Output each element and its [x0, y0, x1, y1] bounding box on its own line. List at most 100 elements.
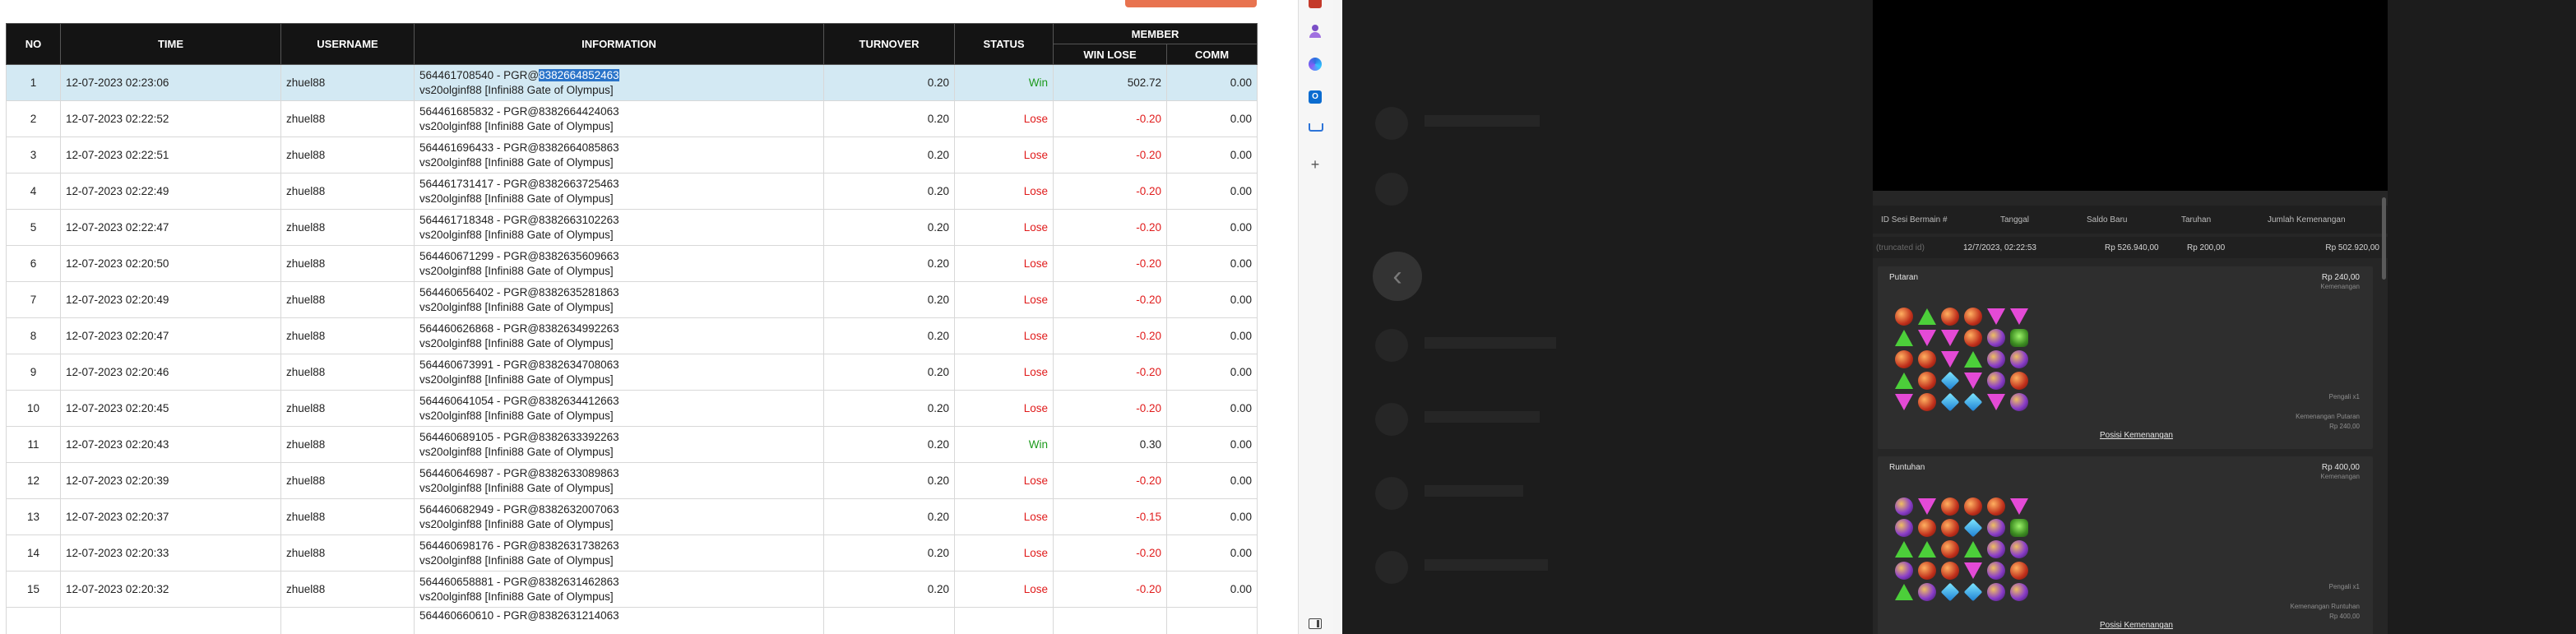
cell-information[interactable]: 564461685832 - PGR@8382664424063 vs20olgi…	[414, 100, 824, 137]
card-multiplier: Pengali x1	[2328, 393, 2360, 400]
info-selected-text[interactable]: 8382664852463	[539, 68, 619, 81]
cell-status: Lose	[954, 498, 1054, 535]
symbol-cell	[1893, 306, 1916, 327]
cell-information[interactable]: 564461718348 - PGR@8382663102263 vs20olgi…	[414, 209, 824, 246]
table-row[interactable]: 8 12-07-2023 02:20:47 zhuel88 564460626868 …	[6, 317, 1258, 354]
history-column-header: Saldo Baru	[2087, 215, 2128, 224]
cell-status: Lose	[954, 571, 1054, 608]
pink-gem-icon	[1918, 498, 1936, 515]
history-detail-panel: ID Sesi Bermain # Tanggal Saldo Baru Taruha…	[1873, 0, 2388, 634]
copilot-icon[interactable]	[1309, 58, 1322, 71]
pink-gem-icon	[1964, 562, 1982, 579]
symbol-cell	[1985, 306, 2008, 327]
cell-information[interactable]: 564460641054 - PGR@8382634412663 vs20olgi…	[414, 390, 824, 427]
card-win-value: Rp 400,00	[2329, 613, 2360, 620]
cell-win-lose: -0.20	[1053, 137, 1167, 174]
info-line1: 564461696433 - PGR@8382664085863	[419, 141, 619, 154]
cell-no: 5	[6, 209, 61, 246]
cell-information[interactable]: 564461731417 - PGR@8382663725463 vs20olgi…	[414, 173, 824, 210]
cell-win-lose: 502.72	[1053, 64, 1167, 101]
table-row[interactable]: 12 12-07-2023 02:20:39 zhuel88 564460646987…	[6, 462, 1258, 499]
cell-information: 564460660610 - PGR@8382631214063	[414, 607, 824, 634]
red-gem-icon	[2010, 372, 2028, 390]
blue-gem-icon	[1963, 518, 1983, 538]
info-line1: 564460689105 - PGR@8382633392263	[419, 430, 619, 443]
sidebar-toggle-icon[interactable]	[1309, 618, 1322, 629]
cell-win-lose: -0.20	[1053, 245, 1167, 282]
cell-time: 12-07-2023 02:22:47	[60, 209, 281, 246]
cell-comm: 0.00	[1166, 462, 1258, 499]
cell-information[interactable]: 564460671299 - PGR@8382635609663 vs20olgi…	[414, 245, 824, 282]
green-gem-icon	[1895, 373, 1913, 389]
cell-win-lose: -0.20	[1053, 354, 1167, 391]
header-no: NO	[6, 23, 61, 65]
ghost-bar	[1425, 411, 1540, 423]
purple-gem-icon	[2010, 393, 2028, 411]
cell-username: zhuel88	[280, 354, 415, 391]
cell-information[interactable]: 564460658881 - PGR@8382631462863 vs20olgi…	[414, 571, 824, 608]
blue-gem-icon	[1940, 392, 1960, 412]
symbol-cell	[1893, 517, 1916, 539]
cell-turnover: 0.20	[823, 390, 955, 427]
cell-information[interactable]: 564460673991 - PGR@8382634708063 vs20olgi…	[414, 354, 824, 391]
purple-gem-icon	[1987, 329, 2005, 347]
table-row[interactable]: 2 12-07-2023 02:22:52 zhuel88 564461685832 …	[6, 100, 1258, 137]
history-cell: Rp 502.920,00	[2325, 243, 2379, 252]
cell-win-lose: -0.20	[1053, 281, 1167, 318]
outlook-icon[interactable]: O	[1309, 90, 1322, 104]
table-row[interactable]: 4 12-07-2023 02:22:49 zhuel88 564461731417 …	[6, 173, 1258, 210]
symbol-cell	[1939, 496, 1962, 517]
pink-gem-icon	[1918, 330, 1936, 346]
history-column-header: Tanggal	[2000, 215, 2030, 224]
winning-positions-link[interactable]: Posisi Kemenangan	[2100, 621, 2173, 630]
app-icon-red[interactable]	[1309, 0, 1322, 8]
cell-turnover: 0.20	[823, 462, 955, 499]
action-button-edge[interactable]	[1125, 0, 1257, 7]
shopping-cart-icon[interactable]	[1309, 123, 1323, 135]
cell-information[interactable]: 564460626868 - PGR@8382634992263 vs20olgi…	[414, 317, 824, 354]
cell-information[interactable]: 564460646987 - PGR@8382633089863 vs20olgi…	[414, 462, 824, 499]
winning-positions-link[interactable]: Posisi Kemenangan	[2100, 431, 2173, 440]
cell-information[interactable]: 564460698176 - PGR@8382631738263 vs20olgi…	[414, 535, 824, 572]
table-row[interactable]: 1 12-07-2023 02:23:06 zhuel88 564461708540 …	[6, 64, 1258, 101]
cell-status: Lose	[954, 354, 1054, 391]
red-gem-icon	[1941, 497, 1959, 516]
cell-win-lose: 0.30	[1053, 426, 1167, 463]
table-row[interactable]: 3 12-07-2023 02:22:51 zhuel88 564461696433 …	[6, 137, 1258, 174]
back-chevron-icon[interactable]: ‹	[1373, 252, 1422, 301]
table-row[interactable]: 9 12-07-2023 02:20:46 zhuel88 564460673991 …	[6, 354, 1258, 391]
table-row[interactable]: 13 12-07-2023 02:20:37 zhuel88 564460682949…	[6, 498, 1258, 535]
table-row[interactable]: 5 12-07-2023 02:22:47 zhuel88 564461718348 …	[6, 209, 1258, 246]
panel-scrollbar[interactable]	[2382, 197, 2386, 280]
table-row[interactable]: 6 12-07-2023 02:20:50 zhuel88 564460671299 …	[6, 245, 1258, 282]
symbol-cell	[1962, 306, 1985, 327]
cell-information[interactable]: 564460689105 - PGR@8382633392263 vs20olgi…	[414, 426, 824, 463]
cell-status: Lose	[954, 462, 1054, 499]
cell-no: 4	[6, 173, 61, 210]
table-row[interactable]: 7 12-07-2023 02:20:49 zhuel88 564460656402 …	[6, 281, 1258, 318]
cell-no: 6	[6, 245, 61, 282]
red-gem-icon	[1918, 562, 1936, 580]
cell-information[interactable]: 564460656402 - PGR@8382635281863 vs20olgi…	[414, 281, 824, 318]
cell-time: 12-07-2023 02:20:49	[60, 281, 281, 318]
history-data-row[interactable]: (truncated id) 12/7/2023, 02:22:53 Rp 526.…	[1873, 237, 2388, 258]
history-card: Runtuhan Rp 400,00 Kemenangan Pengali x1 Kem…	[1878, 456, 2373, 634]
table-row[interactable]: 15 12-07-2023 02:20:32 zhuel88 564460658881…	[6, 571, 1258, 608]
table-row[interactable]: 10 12-07-2023 02:20:45 zhuel88 564460641054…	[6, 390, 1258, 427]
cell-no: 13	[6, 498, 61, 535]
cell-information[interactable]: 564460682949 - PGR@8382632007063 vs20olgi…	[414, 498, 824, 535]
add-icon[interactable]: +	[1309, 157, 1322, 172]
green-gem-icon	[1918, 541, 1936, 558]
history-cell: 12/7/2023, 02:22:53	[1963, 243, 2036, 252]
info-line1: 564460641054 - PGR@8382634412663	[419, 394, 619, 407]
table-row-partial[interactable]: 564460660610 - PGR@8382631214063	[6, 607, 1258, 634]
symbol-cell	[1893, 560, 1916, 581]
table-row[interactable]: 14 12-07-2023 02:20:33 zhuel88 564460698176…	[6, 535, 1258, 572]
cell-information[interactable]: 564461696433 - PGR@8382664085863 vs20olgi…	[414, 137, 824, 174]
cell-turnover: 0.20	[823, 173, 955, 210]
table-row[interactable]: 11 12-07-2023 02:20:43 zhuel88 564460689105…	[6, 426, 1258, 463]
person-icon[interactable]	[1309, 25, 1322, 38]
symbol-cell	[1962, 581, 1985, 603]
cell-information[interactable]: 564461708540 - PGR@8382664852463 vs20olgi…	[414, 64, 824, 101]
cell-no: 10	[6, 390, 61, 427]
